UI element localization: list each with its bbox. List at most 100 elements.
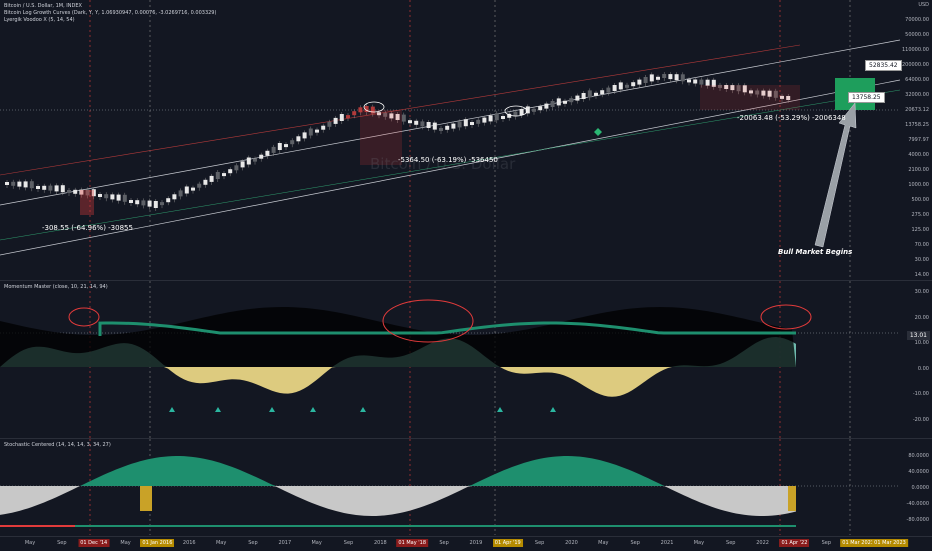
- price-axis[interactable]: USD 70000.00 50000.00 110000.00 200000.00 640…: [900, 0, 932, 280]
- candle-body: [178, 190, 183, 197]
- candle-body: [228, 169, 233, 174]
- candle-body: [693, 79, 698, 84]
- candle-body: [618, 82, 623, 90]
- candle-body: [519, 109, 524, 115]
- legend-symbol[interactable]: Bitcoin / U.S. Dollar, 1M, INDEX: [4, 3, 82, 10]
- candle-body: [160, 202, 164, 206]
- buy-signal-marker: [550, 407, 556, 412]
- time-label: Sep: [57, 540, 67, 546]
- stoch-negative-area: [0, 486, 796, 516]
- drawdown-2022-label: -20063.48 (-53.29%) -2006348: [737, 114, 846, 122]
- candle-body: [197, 183, 202, 188]
- time-label: Sep: [534, 540, 545, 546]
- price-tick: 4000.00: [908, 152, 929, 158]
- time-label: 2020: [565, 540, 578, 546]
- momentum-tick: 0.00: [917, 365, 929, 372]
- candle-body: [594, 92, 598, 96]
- candle-body: [215, 172, 220, 179]
- candle-body: [687, 79, 691, 83]
- buy-signal-marker: [169, 407, 175, 412]
- candle-body: [575, 95, 580, 101]
- candle-body: [637, 79, 642, 85]
- candle-body: [209, 175, 214, 182]
- candle-body: [563, 100, 567, 104]
- time-axis[interactable]: May Sep 01 Dec '14 May 01 Jan 2016 2016 May Sep…: [0, 536, 932, 551]
- candle-body: [612, 85, 617, 91]
- candle-body: [488, 115, 493, 122]
- stochastic-tick: 0.0000: [911, 485, 930, 491]
- candle-body: [141, 200, 146, 206]
- time-label: Sep: [726, 540, 736, 546]
- candle-body: [265, 150, 270, 156]
- candle-body: [550, 101, 555, 107]
- candle-body: [110, 194, 115, 200]
- time-label: Sep: [439, 540, 449, 546]
- candle-body: [296, 136, 301, 142]
- stochastic-axis[interactable]: 80.0000 40.0000 0.0000 -40.0000 -80.0000: [900, 439, 932, 535]
- price-chart-pane[interactable]: Bitcoin / U.S. Dollar Bitcoin / U.S. Dol…: [0, 0, 932, 280]
- momentum-svg: [0, 281, 900, 438]
- time-label: 2019: [469, 540, 483, 546]
- candle-body: [147, 200, 152, 207]
- candle-body: [308, 128, 313, 136]
- price-tick: 110000.00: [901, 47, 929, 53]
- price-tick: 1000.00: [908, 182, 929, 188]
- time-label: Sep: [630, 540, 640, 546]
- candle-body: [48, 185, 53, 191]
- candle-body: [98, 194, 102, 197]
- price-tick: 14.00: [914, 272, 929, 278]
- candle-body: [259, 154, 264, 159]
- momentum-axis[interactable]: 30.00 20.00 10.00 0.00 -10.00 -20.00: [900, 281, 932, 438]
- candle-body: [544, 103, 549, 109]
- candle-body: [451, 123, 456, 129]
- candle-body: [463, 119, 468, 127]
- candle-body: [54, 185, 59, 192]
- time-label: 2022: [756, 540, 769, 546]
- candle-body: [656, 76, 660, 80]
- time-label: May: [598, 540, 609, 546]
- candle-body: [674, 74, 679, 81]
- candle-body: [203, 179, 208, 185]
- price-target-top: 52835.42: [865, 60, 902, 71]
- price-tick: 500.00: [911, 197, 930, 203]
- time-label: 01 Apr '19: [492, 539, 523, 547]
- growth-curve-upper: [0, 39, 901, 206]
- candle-body: [680, 74, 685, 82]
- time-label: 2016: [182, 540, 196, 546]
- time-label: 2021: [660, 540, 674, 546]
- time-label: 2018: [373, 540, 387, 546]
- candle-body: [662, 74, 667, 78]
- price-target-bottom: 13758.25: [848, 92, 885, 103]
- legend-log-growth[interactable]: Bitcoin Log Growth Curves (Dark, Y, Y, 1…: [4, 10, 216, 17]
- legend-voodoo[interactable]: Lyergik Voodoo X (5, 14, 54): [4, 17, 75, 24]
- candle-body: [420, 121, 425, 127]
- price-tick: 70000.00: [905, 17, 929, 23]
- legend-momentum[interactable]: Momentum Master (close, 10, 21, 14, 94): [4, 284, 108, 291]
- stochastic-svg: [0, 439, 900, 535]
- legend-stochastic[interactable]: Stochastic Centered (14, 14, 14, 3, 34, …: [4, 442, 111, 449]
- candle-body: [494, 113, 499, 121]
- stochastic-pane[interactable]: Stochastic Centered (14, 14, 14, 3, 34, …: [0, 439, 932, 535]
- candle-body: [457, 121, 462, 128]
- bull-market-label: Bull Market Begins: [778, 248, 853, 256]
- candle-body: [668, 74, 673, 80]
- stochastic-tick: -40.0000: [906, 501, 929, 507]
- candle-body: [116, 194, 121, 201]
- signal-diamond: [594, 128, 602, 136]
- candle-body: [172, 194, 177, 200]
- candle-body: [501, 116, 505, 119]
- price-chart-svg: [0, 0, 901, 280]
- time-label: 2017: [278, 540, 292, 546]
- momentum-tick: -10.00: [912, 391, 929, 398]
- candle-body: [315, 129, 319, 133]
- candle-body: [277, 143, 282, 150]
- momentum-tick: 20.00: [914, 314, 929, 321]
- buy-signal-marker: [215, 407, 221, 412]
- drawdown-2018-label: -5364.50 (-63.19%) -536450: [398, 156, 498, 164]
- momentum-pane[interactable]: Momentum Master (close, 10, 21, 14, 94) …: [0, 281, 932, 438]
- drawdown-box-2022: [700, 85, 800, 110]
- candle-body: [631, 82, 636, 87]
- candle-body: [60, 185, 65, 193]
- time-label: May: [693, 540, 705, 546]
- candle-body: [333, 117, 338, 124]
